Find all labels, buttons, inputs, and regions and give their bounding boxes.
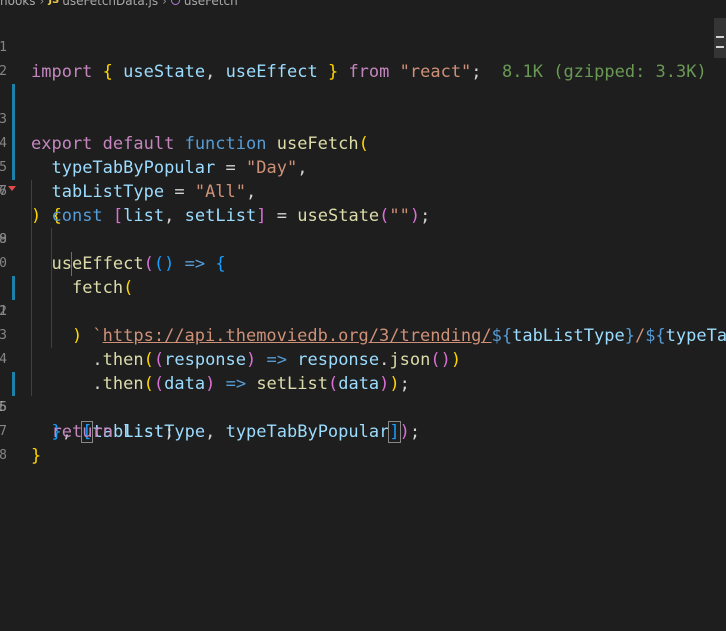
code-line: 4 typeTabByPopular = "Day", [0,84,726,178]
code-line: 2 [0,36,726,79]
line-number: 8 [0,448,7,463]
vertical-scrollbar[interactable] [712,10,726,631]
code-line: 4 .then((data) => setList(data)); [0,324,726,394]
code-line: 7 } [0,396,726,466]
error-marker-icon[interactable] [8,186,16,191]
code-line: 9 useEffect(() => { [0,204,726,274]
code-line: 1 `https://api.themoviedb.org/3/trending… [0,252,726,346]
code-line: 2 ) [0,276,726,346]
code-line: 5 }, [tabListType, typeTabByPopular]); [0,348,726,443]
chevron-right-icon: › [162,0,167,8]
breadcrumb-folder[interactable]: hooks [0,0,36,8]
breadcrumb-file[interactable]: useFetchData.js [62,0,158,8]
code-line: 3 .then((response) => response.json()) [0,300,726,370]
chevron-right-icon: › [39,0,45,8]
breadcrumb-symbol[interactable]: useFetch [184,0,238,8]
code-line: 8 [0,180,726,247]
code-line: 0 fetch( [0,228,726,298]
code-editor[interactable]: 1 import { useState, useEffect } from "r… [0,12,726,466]
code-line: 7 const [list, setList] = useState(""); [0,156,726,226]
code-line: 1 import { useState, useEffect } from "r… [0,12,726,82]
code-line: 8 [0,420,726,463]
code-line: 3 export default function useFetch( [0,60,726,154]
code-line: 5 tabListType = "All", [0,108,726,202]
overview-ruler-marks [716,36,724,48]
code-line: 6 ) { [0,132,726,226]
code-line: 6 return list; [0,372,726,442]
javascript-file-icon: JS [48,0,60,6]
breadcrumb: hooks › JS useFetchData.js › useFetch [0,0,726,8]
function-symbol-icon [170,0,180,5]
